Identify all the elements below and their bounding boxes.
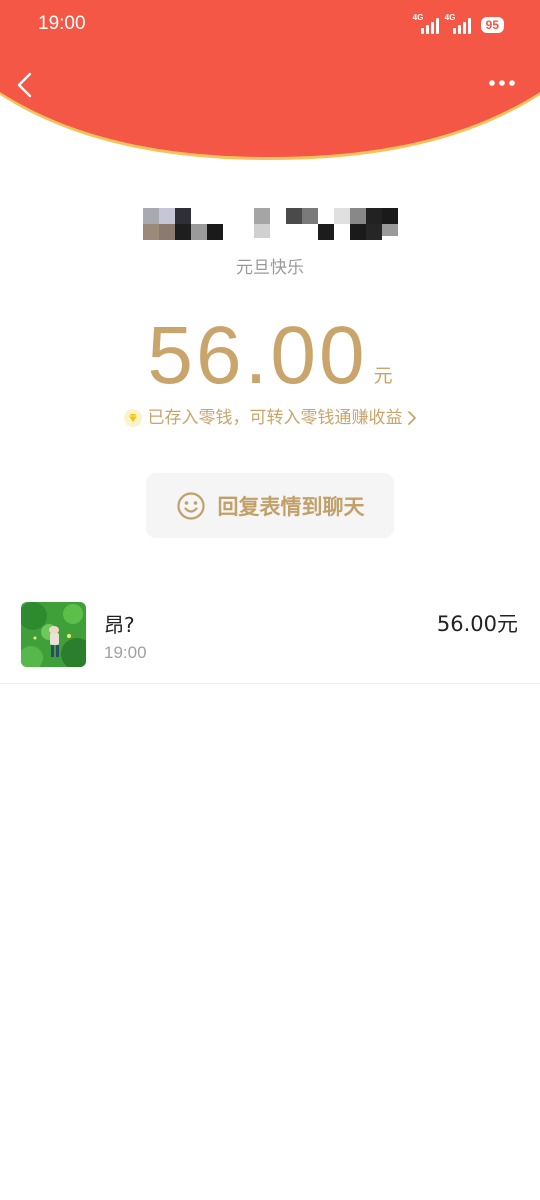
record-time: 19:00 <box>104 643 147 662</box>
record-amount: 56.00元 <box>436 612 518 636</box>
record-sender-name: 昂? <box>104 613 135 637</box>
amount-unit: 元 <box>373 365 393 387</box>
reply-emoji-button[interactable]: 回复表情到聊天 <box>146 473 394 538</box>
battery-icon: 95 <box>480 17 504 33</box>
signal-icon: 4G <box>412 13 439 34</box>
header: 19:00 4G 4G 95 <box>0 0 540 165</box>
network-label: 4G <box>444 13 456 22</box>
diamond-icon <box>123 409 142 427</box>
balance-notice-text: 已存入零钱，可转入零钱通赚收益 <box>147 408 403 428</box>
reply-emoji-label: 回复表情到聊天 <box>217 494 365 519</box>
more-button[interactable] <box>488 76 516 90</box>
back-button[interactable] <box>14 70 36 100</box>
signal-icon: 4G <box>444 13 471 34</box>
amount-row: 56.00 元 <box>0 306 540 406</box>
balance-notice-link[interactable]: 已存入零钱，可转入零钱通赚收益 <box>0 405 540 431</box>
more-dots-icon <box>489 80 515 86</box>
status-time: 19:00 <box>38 13 86 34</box>
sender-name-blurred <box>0 205 540 240</box>
chevron-right-icon <box>407 411 416 425</box>
receive-record-row[interactable]: 昂? 19:00 56.00元 <box>0 585 540 684</box>
chevron-left-icon <box>17 72 32 98</box>
smiley-icon <box>176 491 205 520</box>
greeting-message: 元旦快乐 <box>236 258 304 278</box>
received-amount: 56.00 <box>147 310 368 401</box>
status-icons: 4G 4G 95 <box>412 13 504 36</box>
network-label: 4G <box>412 13 424 22</box>
avatar <box>21 602 86 667</box>
